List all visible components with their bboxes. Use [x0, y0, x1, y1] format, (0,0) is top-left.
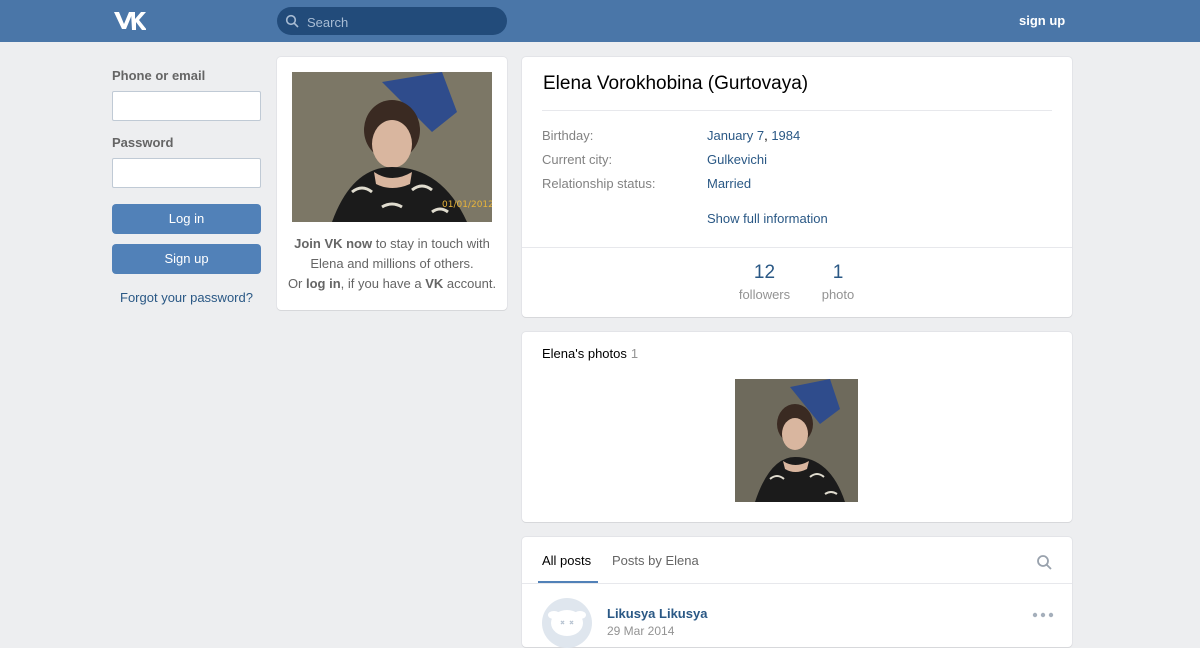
birthday-date-link[interactable]: January 7 — [707, 128, 764, 143]
default-avatar-icon — [542, 598, 592, 648]
tab-posts-by-elena[interactable]: Posts by Elena — [612, 553, 699, 568]
account-text: account. — [443, 276, 497, 291]
login-button[interactable]: Log in — [112, 204, 261, 234]
profile-info-card: Elena Vorokhobina (Gurtovaya) Birthday: … — [522, 57, 1072, 317]
join-now-bold[interactable]: Join VK now — [294, 236, 372, 251]
search-input[interactable] — [305, 7, 504, 37]
photos-count-badge: 1 — [630, 346, 639, 361]
login-inline-link[interactable]: log in — [306, 276, 341, 291]
divider — [522, 583, 1072, 584]
photos-count: 1 — [832, 262, 844, 283]
show-full-info-link[interactable]: Show full information — [707, 211, 828, 226]
vk-logo-icon[interactable] — [112, 10, 146, 32]
more-options-icon[interactable] — [1032, 609, 1054, 621]
followers-counter[interactable]: 12 followers — [732, 262, 797, 302]
relationship-link[interactable]: Married — [707, 176, 751, 191]
birthday-value: January 7, 1984 — [707, 128, 800, 143]
forgot-password-link[interactable]: Forgot your password? — [112, 290, 261, 305]
photos-card: Elena's photos 1 — [522, 332, 1072, 522]
signup-button[interactable]: Sign up — [112, 244, 261, 274]
top-header: sign up — [0, 0, 1200, 42]
city-link[interactable]: Gulkevichi — [707, 152, 767, 167]
avatar[interactable] — [542, 598, 592, 648]
posts-card: All posts Posts by Elena Likusya Likusya… — [522, 537, 1072, 648]
login-form: Phone or email Password Log in Sign up F… — [112, 68, 261, 305]
search-icon[interactable] — [1036, 554, 1052, 570]
header-signup-link[interactable]: sign up — [1019, 13, 1065, 28]
join-prompt: Join VK now to stay in touch with Elena … — [287, 234, 497, 294]
relationship-label: Relationship status: — [542, 176, 656, 191]
vk-bold: VK — [425, 276, 444, 291]
photos-title: Elena's photos — [542, 346, 627, 361]
followers-caption: followers — [738, 287, 791, 302]
followers-count: 12 — [753, 262, 776, 283]
profile-name: Elena Vorokhobina (Gurtovaya) — [543, 73, 809, 94]
if-text: , if you have a — [340, 276, 426, 291]
search-icon — [285, 14, 299, 28]
password-field[interactable] — [112, 158, 261, 188]
photos-caption: photo — [821, 287, 855, 302]
password-label: Password — [112, 135, 174, 150]
phone-email-field[interactable] — [112, 91, 261, 121]
photo-date-stamp: 01/01/2012 — [442, 200, 492, 210]
photos-counter[interactable]: 1 photo — [814, 262, 862, 302]
profile-photo-card: 01/01/2012 Join VK now to stay in touch … — [277, 57, 507, 310]
phone-label: Phone or email — [112, 68, 206, 83]
tab-all-posts[interactable]: All posts — [542, 553, 591, 568]
profile-photo[interactable]: 01/01/2012 — [292, 72, 492, 222]
divider — [542, 110, 1052, 111]
birthday-label: Birthday: — [542, 128, 594, 143]
divider — [522, 247, 1072, 248]
or-text: Or — [287, 276, 306, 291]
photo-thumbnail[interactable] — [735, 379, 858, 502]
post-author-link[interactable]: Likusya Likusya — [607, 606, 707, 621]
birthday-year-link[interactable]: 1984 — [771, 128, 800, 143]
city-label: Current city: — [542, 152, 613, 167]
search-bar[interactable] — [277, 7, 507, 37]
post-date[interactable]: 29 Mar 2014 — [607, 624, 674, 638]
photos-header[interactable]: Elena's photos 1 — [542, 346, 638, 361]
